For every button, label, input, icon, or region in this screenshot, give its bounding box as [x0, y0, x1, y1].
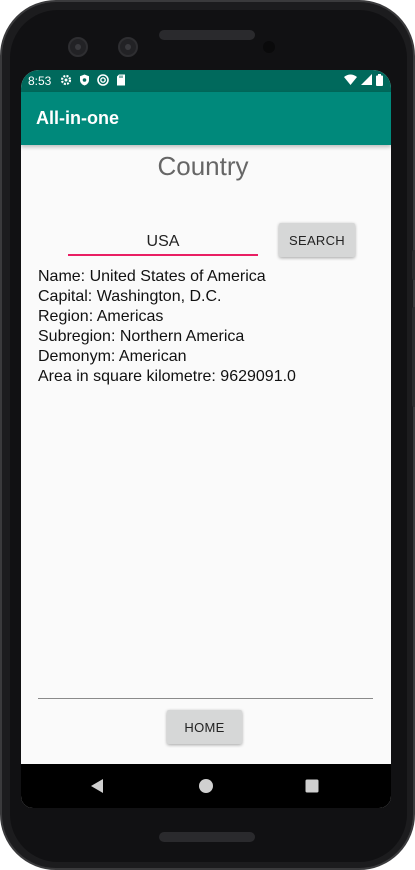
earpiece-speaker: [159, 30, 255, 40]
info-region: Region: Americas: [38, 308, 164, 325]
info-capital: Capital: Washington, D.C.: [38, 288, 222, 305]
app-title: All-in-one: [36, 108, 119, 128]
front-camera-icon: [68, 37, 88, 57]
search-button[interactable]: SEARCH: [279, 223, 355, 257]
system-icons: [344, 73, 383, 89]
front-camera-icon: [118, 37, 138, 57]
shield-icon: [79, 74, 90, 89]
page-title: Country: [157, 151, 249, 181]
info-name: Name: United States of America: [38, 268, 266, 285]
bottom-speaker: [159, 832, 255, 842]
country-search-input[interactable]: [68, 228, 258, 256]
divider: [38, 698, 373, 699]
settings-icon: [60, 74, 72, 89]
app-bar: All-in-one: [21, 92, 391, 145]
wifi-icon: [344, 74, 357, 88]
sync-icon: [97, 73, 110, 89]
signal-icon: [361, 74, 372, 88]
info-subregion: Subregion: Northern America: [38, 328, 245, 345]
status-bar: 8:53: [21, 70, 391, 92]
home-button[interactable]: HOME: [167, 710, 242, 744]
navigation-bar: [21, 764, 391, 808]
screen: 8:53 All-in-one Country USA SEARCH Name:…: [21, 70, 391, 808]
home-icon[interactable]: [176, 764, 236, 808]
proximity-sensor: [263, 41, 275, 53]
info-area: Area in square kilometre: 9629091.0: [38, 368, 296, 385]
recents-icon[interactable]: [282, 764, 342, 808]
info-demonym: Demonym: American: [38, 348, 187, 365]
sd-card-icon: [116, 74, 126, 89]
battery-icon: [376, 73, 383, 89]
phone-frame: 8:53 All-in-one Country USA SEARCH Name:…: [0, 0, 415, 870]
notification-icons: [60, 73, 126, 89]
status-time: 8:53: [28, 74, 52, 88]
country-info: Name: United States of America Capital: …: [38, 267, 378, 387]
back-icon[interactable]: [67, 764, 127, 808]
